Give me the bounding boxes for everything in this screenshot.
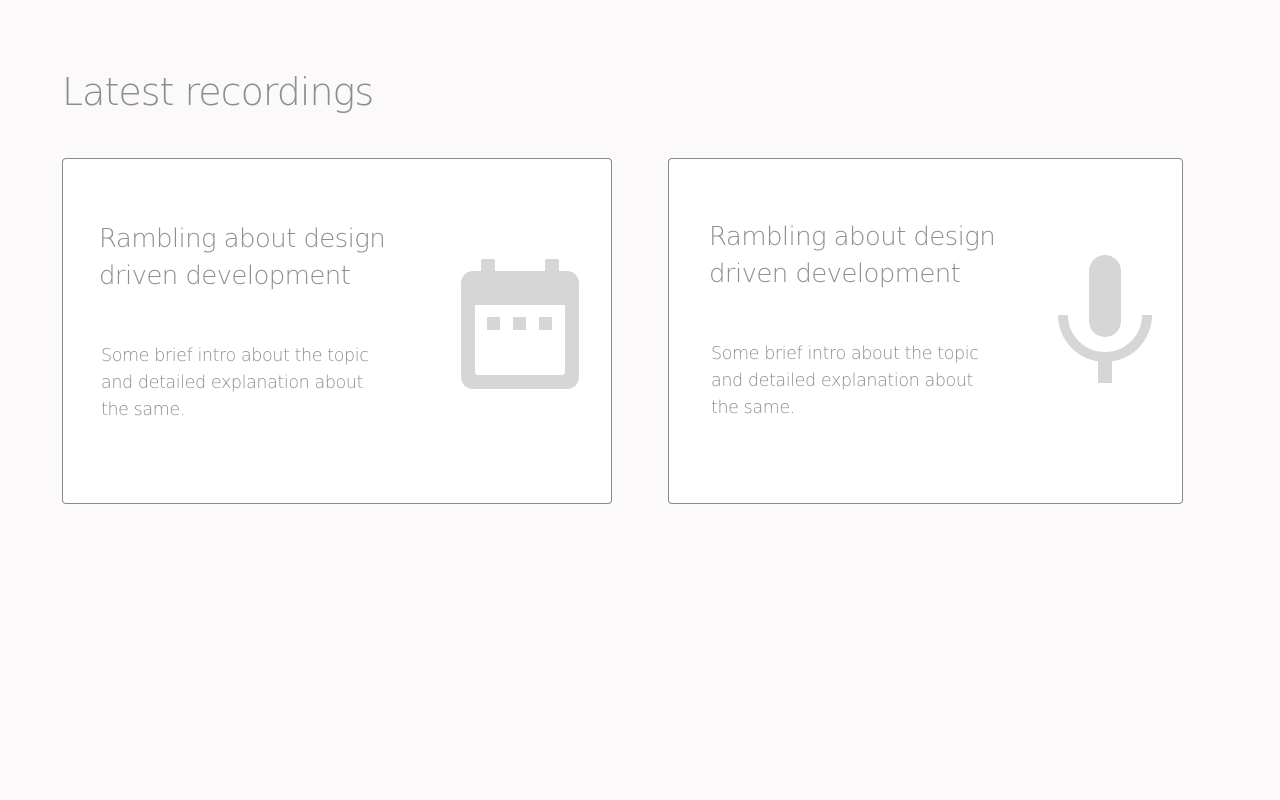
page-title: Latest recordings [62, 70, 374, 114]
page: Latest recordings Rambling about design … [0, 0, 1280, 800]
recording-card[interactable]: Rambling about design driven development… [668, 158, 1183, 504]
recording-description: Some brief intro about the topic and det… [711, 344, 979, 418]
microphone-icon [1058, 255, 1152, 383]
calendar-icon [461, 259, 579, 389]
recording-title: Rambling about design driven development [99, 224, 386, 291]
recording-card[interactable]: Rambling about design driven development… [62, 158, 612, 504]
recording-title: Rambling about design driven development [709, 222, 996, 289]
recording-description: Some brief intro about the topic and det… [101, 346, 369, 420]
